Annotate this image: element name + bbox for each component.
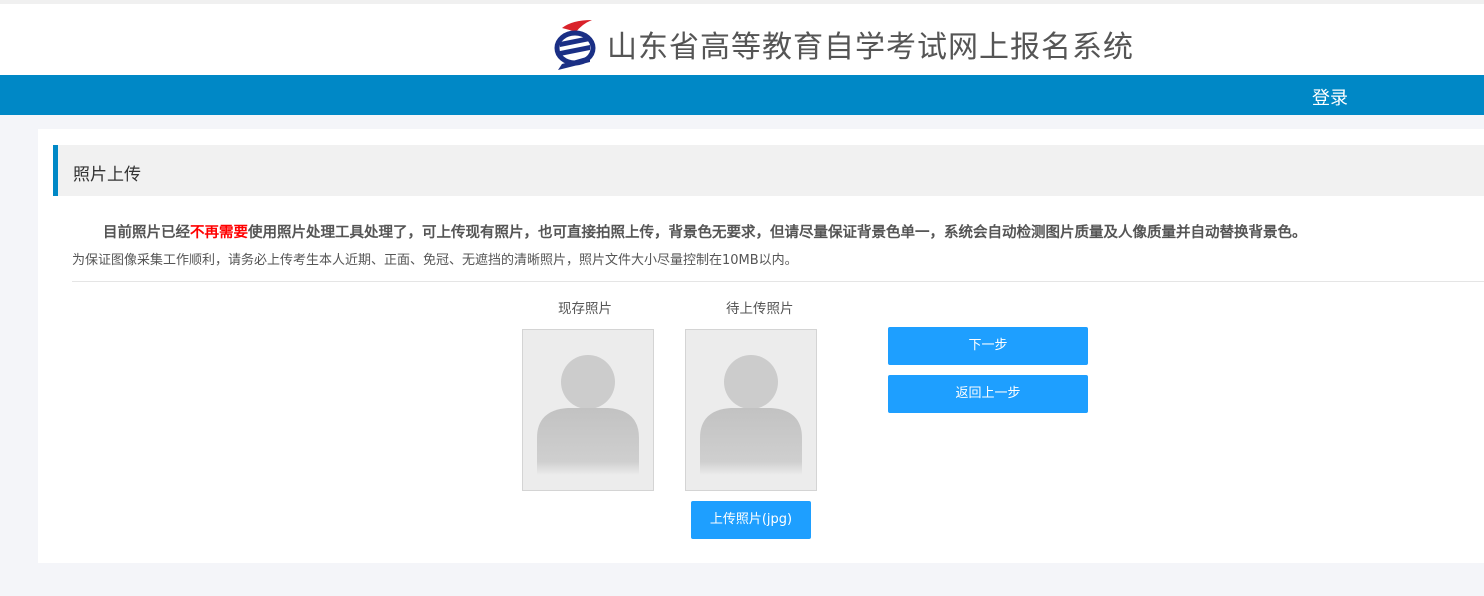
current-photo-label: 现存照片 bbox=[558, 301, 612, 317]
divider bbox=[72, 281, 1484, 282]
notice-primary-end: 使用照片处理工具处理了，可上传现有照片，也可直接拍照上传，背景色无要求，但请尽量… bbox=[248, 225, 1307, 241]
site-title: 山东省高等教育自学考试网上报名系统 bbox=[607, 30, 1134, 65]
current-photo bbox=[522, 329, 654, 491]
login-link[interactable]: 登录 bbox=[1312, 84, 1348, 110]
pending-photo bbox=[685, 329, 817, 491]
notice-highlight: 不再需要 bbox=[190, 225, 248, 241]
notice-primary-start: 目前照片已经 bbox=[103, 225, 190, 241]
logo-icon bbox=[554, 20, 596, 70]
notice-primary: 目前照片已经不再需要使用照片处理工具处理了，可上传现有照片，也可直接拍照上传，背… bbox=[103, 221, 1307, 242]
top-navbar: 登录 bbox=[0, 75, 1484, 115]
next-step-button[interactable]: 下一步 bbox=[888, 327, 1088, 365]
page-header: 山东省高等教育自学考试网上报名系统 bbox=[0, 0, 1484, 75]
section-title: 照片上传 bbox=[73, 165, 141, 185]
back-button[interactable]: 返回上一步 bbox=[888, 375, 1088, 413]
upload-photo-button[interactable]: 上传照片(jpg) bbox=[691, 501, 811, 539]
avatar-placeholder-icon bbox=[537, 355, 639, 475]
main-panel: 照片上传 目前照片已经不再需要使用照片处理工具处理了，可上传现有照片，也可直接拍… bbox=[38, 129, 1484, 563]
notice-secondary: 为保证图像采集工作顺利，请务必上传考生本人近期、正面、免冠、无遮挡的清晰照片，照… bbox=[72, 253, 798, 268]
avatar-placeholder-icon bbox=[700, 355, 802, 475]
pending-photo-label: 待上传照片 bbox=[726, 301, 794, 317]
section-header: 照片上传 bbox=[53, 145, 1484, 196]
